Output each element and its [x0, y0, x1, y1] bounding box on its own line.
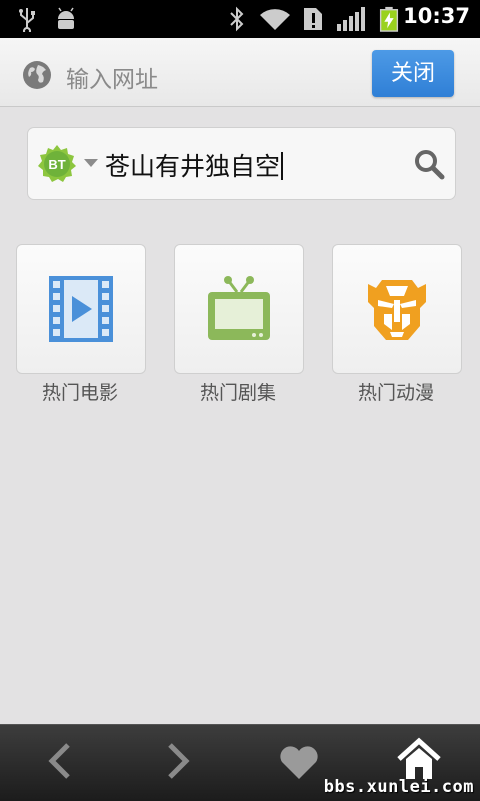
android-debug-icon	[58, 7, 74, 29]
text-cursor	[281, 152, 284, 180]
favorites-icon[interactable]	[278, 745, 320, 781]
tile-hot-anime[interactable]	[332, 244, 462, 374]
url-bar: 输入网址 关闭	[0, 38, 480, 107]
tile-hot-movies[interactable]	[16, 244, 146, 374]
url-input[interactable]: 输入网址	[66, 60, 158, 94]
bluetooth-icon	[230, 6, 244, 32]
close-button[interactable]: 关闭	[372, 50, 454, 97]
forward-icon[interactable]	[164, 741, 194, 781]
globe-icon	[23, 61, 51, 89]
search-input[interactable]: 苍山有井独自空	[105, 147, 284, 183]
engine-dropdown-caret[interactable]	[84, 159, 98, 167]
usb-icon	[19, 8, 35, 32]
wifi-icon	[260, 9, 290, 30]
bt-badge-label: BT	[48, 157, 65, 172]
search-icon[interactable]	[413, 148, 445, 180]
status-bar: 10:37	[0, 0, 480, 38]
tile-label-hot-movies: 热门电影	[41, 382, 118, 404]
film-icon	[49, 276, 113, 342]
transformer-icon	[368, 280, 426, 340]
search-query: 苍山有井独自空	[105, 152, 281, 181]
home-icon[interactable]	[396, 737, 442, 781]
bottom-toolbar: bbs.xunlei.com	[0, 724, 480, 801]
signal-icon	[337, 7, 365, 31]
sim-alert-icon	[304, 8, 322, 30]
bt-engine-icon[interactable]: BT	[37, 144, 77, 184]
watermark: bbs.xunlei.com	[323, 777, 474, 797]
search-box[interactable]: BT 苍山有井独自空	[27, 127, 456, 200]
battery-charging-icon	[379, 6, 399, 32]
tv-icon	[208, 276, 270, 340]
back-icon[interactable]	[44, 741, 74, 781]
status-time: 10:37	[403, 4, 470, 28]
tile-label-hot-anime: 热门动漫	[357, 382, 434, 404]
tile-hot-series[interactable]	[174, 244, 304, 374]
tile-label-hot-series: 热门剧集	[199, 382, 276, 404]
